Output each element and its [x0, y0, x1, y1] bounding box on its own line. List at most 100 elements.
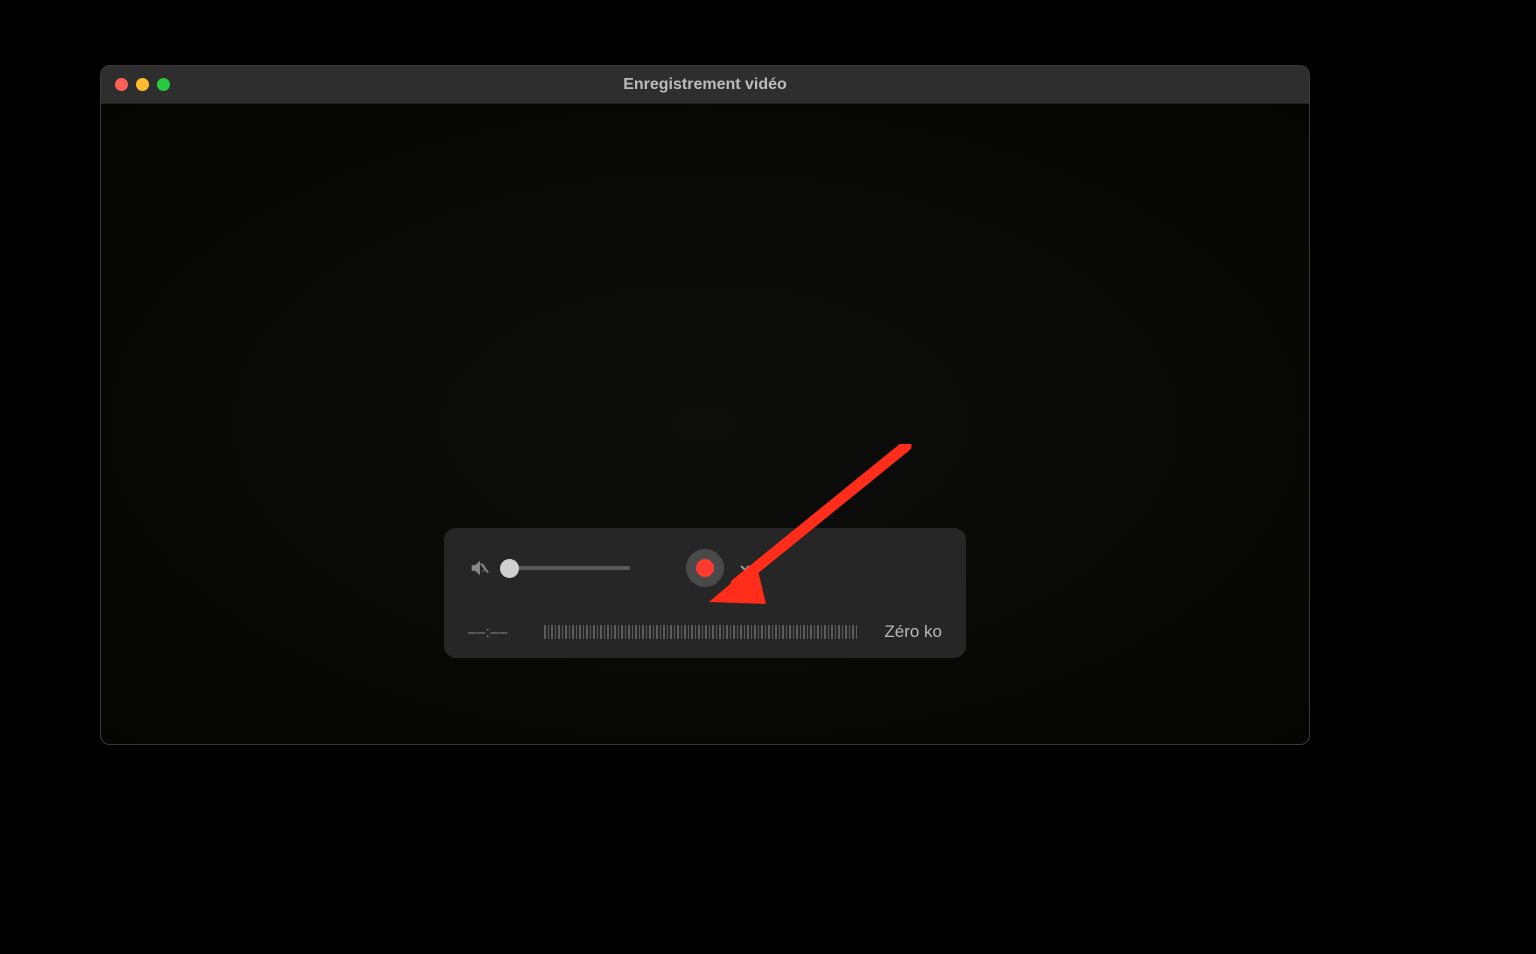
level-tick: [611, 625, 613, 639]
level-tick: [597, 625, 599, 639]
level-tick: [817, 625, 819, 639]
level-tick: [663, 625, 665, 639]
level-tick: [705, 625, 707, 639]
level-tick: [747, 625, 749, 639]
level-tick: [814, 625, 816, 639]
level-tick: [723, 625, 725, 639]
filesize-display: Zéro ko: [884, 622, 942, 642]
level-tick: [712, 625, 714, 639]
audio-level-meter: [544, 622, 868, 642]
level-tick: [695, 625, 697, 639]
level-tick: [726, 625, 728, 639]
volume-slider-thumb[interactable]: [500, 559, 519, 578]
level-tick: [709, 625, 711, 639]
level-tick: [639, 625, 641, 639]
level-tick: [831, 625, 833, 639]
level-tick: [642, 625, 644, 639]
level-tick: [828, 625, 830, 639]
chevron-down-icon: [737, 560, 753, 576]
level-tick: [579, 625, 581, 639]
level-tick: [730, 625, 732, 639]
recording-controls-panel: ––:–– Zéro ko: [444, 528, 966, 658]
volume-muted-icon: [468, 557, 490, 579]
video-preview-area: ––:–– Zéro ko: [101, 104, 1309, 744]
level-tick: [558, 625, 560, 639]
record-icon: [696, 559, 714, 577]
level-tick: [667, 625, 669, 639]
level-tick: [635, 625, 637, 639]
window-title: Enregistrement vidéo: [623, 76, 787, 94]
level-tick: [607, 625, 609, 639]
level-tick: [604, 625, 606, 639]
level-tick: [824, 625, 826, 639]
level-tick: [670, 625, 672, 639]
level-tick: [548, 625, 550, 639]
level-tick: [551, 625, 553, 639]
titlebar[interactable]: Enregistrement vidéo: [101, 66, 1309, 104]
level-tick: [807, 625, 809, 639]
level-tick: [593, 625, 595, 639]
level-tick: [740, 625, 742, 639]
level-tick: [782, 625, 784, 639]
controls-top-row: [468, 546, 942, 590]
volume-slider[interactable]: [500, 558, 630, 578]
level-tick: [835, 625, 837, 639]
level-tick: [796, 625, 798, 639]
level-tick: [800, 625, 802, 639]
level-tick: [562, 625, 564, 639]
level-tick: [716, 625, 718, 639]
level-tick: [565, 625, 567, 639]
level-tick: [555, 625, 557, 639]
level-tick: [681, 625, 683, 639]
recording-options-dropdown[interactable]: [735, 558, 755, 578]
level-tick: [786, 625, 788, 639]
level-tick: [698, 625, 700, 639]
level-tick: [733, 625, 735, 639]
maximize-button[interactable]: [157, 78, 170, 91]
timecode-display: ––:––: [468, 624, 528, 641]
level-tick: [838, 625, 840, 639]
level-tick: [821, 625, 823, 639]
level-tick: [576, 625, 578, 639]
level-tick: [684, 625, 686, 639]
level-tick: [772, 625, 774, 639]
level-tick: [656, 625, 658, 639]
level-tick: [719, 625, 721, 639]
level-tick: [751, 625, 753, 639]
level-tick: [583, 625, 585, 639]
minimize-button[interactable]: [136, 78, 149, 91]
level-tick: [761, 625, 763, 639]
level-tick: [600, 625, 602, 639]
level-tick: [677, 625, 679, 639]
level-tick: [572, 625, 574, 639]
level-tick: [614, 625, 616, 639]
level-tick: [653, 625, 655, 639]
level-tick: [649, 625, 651, 639]
level-tick: [569, 625, 571, 639]
record-button[interactable]: [686, 549, 724, 587]
level-tick: [849, 625, 851, 639]
level-tick: [646, 625, 648, 639]
controls-bottom-row: ––:–– Zéro ko: [468, 620, 942, 644]
level-tick: [768, 625, 770, 639]
level-tick: [625, 625, 627, 639]
level-tick: [765, 625, 767, 639]
level-tick: [779, 625, 781, 639]
level-tick: [674, 625, 676, 639]
level-tick: [803, 625, 805, 639]
level-tick: [702, 625, 704, 639]
level-tick: [744, 625, 746, 639]
level-tick: [754, 625, 756, 639]
level-tick: [691, 625, 693, 639]
volume-slider-track: [500, 566, 630, 570]
level-tick: [621, 625, 623, 639]
level-tick: [618, 625, 620, 639]
level-tick: [660, 625, 662, 639]
window-controls: [115, 78, 170, 91]
close-button[interactable]: [115, 78, 128, 91]
level-tick: [586, 625, 588, 639]
level-tick: [628, 625, 630, 639]
level-tick: [632, 625, 634, 639]
level-tick: [758, 625, 760, 639]
level-tick: [544, 625, 546, 639]
